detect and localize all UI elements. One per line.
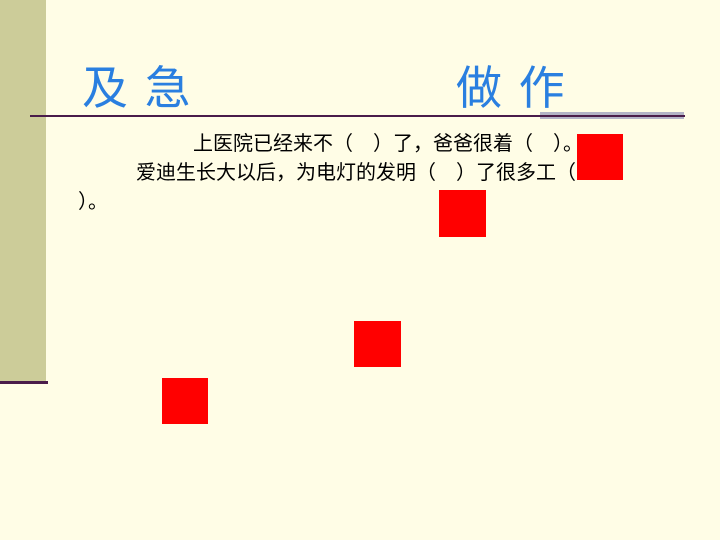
sentence-line-3: ）。 <box>78 189 108 213</box>
sentence-line-1: 上医院已经来不（ ）了，爸爸很着（ ）。 <box>193 131 583 155</box>
title-divider <box>30 115 685 117</box>
answer-cover-block-1[interactable] <box>577 134 623 180</box>
left-sidebar-underline <box>0 381 48 384</box>
answer-cover-block-2[interactable] <box>439 190 486 237</box>
answer-cover-block-3[interactable] <box>354 321 401 367</box>
answer-cover-block-4[interactable] <box>162 378 208 424</box>
title-word-ji-ji: 及 急 <box>82 61 192 115</box>
sentence-line-2: 爱迪生长大以后，为电灯的发明（ ）了很多工（ <box>136 160 576 184</box>
left-sidebar-bar <box>0 0 46 382</box>
title-word-zuo-zuo: 做 作 <box>456 61 566 115</box>
